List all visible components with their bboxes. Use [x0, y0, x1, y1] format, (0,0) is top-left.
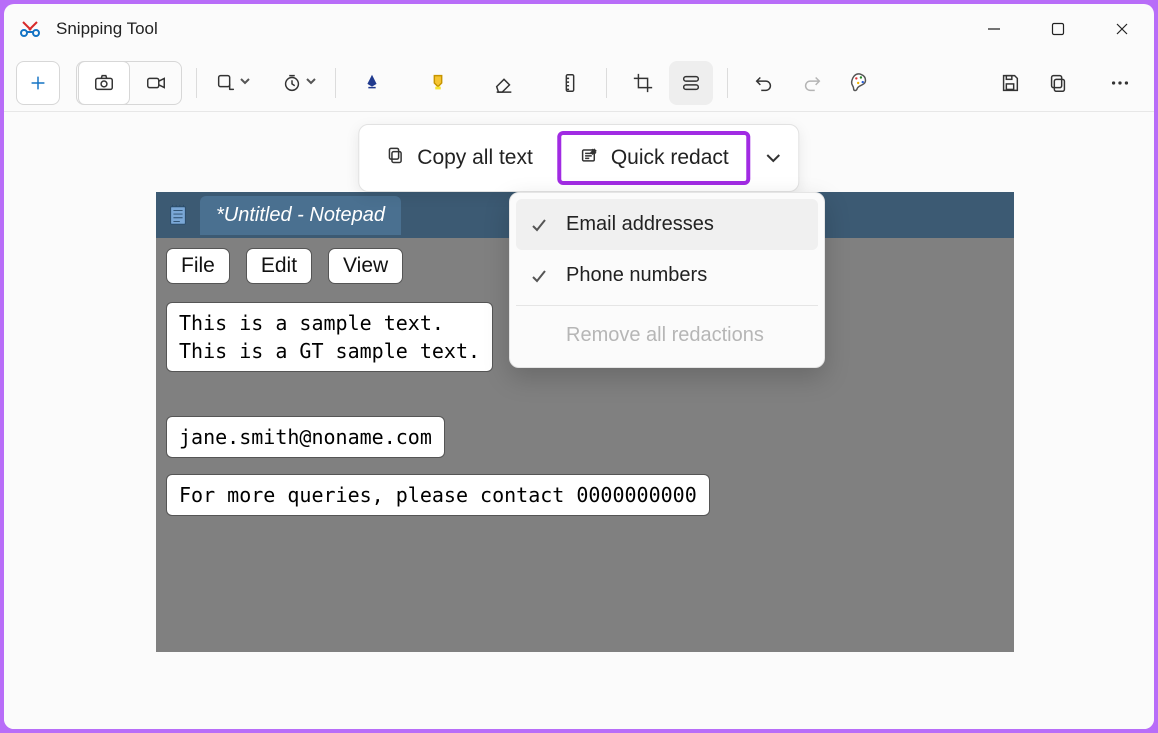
- notepad-text-email: jane.smith@noname.com: [166, 416, 445, 458]
- text-actions-bar: Copy all text Quick redact: [358, 124, 799, 192]
- window-controls: [962, 4, 1154, 54]
- chevron-down-icon: [239, 74, 251, 92]
- redact-phones-label: Phone numbers: [566, 264, 707, 287]
- delay-button[interactable]: [277, 61, 321, 105]
- separator: [335, 68, 336, 98]
- copy-all-text-label: Copy all text: [417, 146, 533, 170]
- capture-mode-group: [76, 61, 182, 105]
- redo-button[interactable]: [790, 61, 834, 105]
- separator: [196, 68, 197, 98]
- photo-mode-button[interactable]: [79, 62, 129, 104]
- remove-all-redactions-label: Remove all redactions: [566, 324, 764, 347]
- check-icon: [530, 267, 548, 285]
- app-title: Snipping Tool: [56, 19, 962, 39]
- save-button[interactable]: [988, 61, 1032, 105]
- undo-button[interactable]: [742, 61, 786, 105]
- redact-emails-label: Email addresses: [566, 213, 714, 236]
- redact-emails-item[interactable]: Email addresses: [516, 199, 818, 250]
- notepad-tab: *Untitled - Notepad: [200, 196, 401, 235]
- spacer: [530, 327, 548, 345]
- edit-in-paint-button[interactable]: [838, 61, 882, 105]
- notepad-text-contact: For more queries, please contact 0000000…: [166, 474, 710, 516]
- copy-button[interactable]: [1036, 61, 1080, 105]
- copy-icon: [385, 145, 405, 171]
- highlighter-tool-button[interactable]: [416, 61, 460, 105]
- ruler-tool-button[interactable]: [548, 61, 592, 105]
- notepad-menu-view: View: [328, 248, 403, 284]
- separator: [606, 68, 607, 98]
- separator: [727, 68, 728, 98]
- redact-icon: [579, 145, 599, 171]
- text-actions-tool-button[interactable]: [669, 61, 713, 105]
- toolbar: [4, 54, 1154, 112]
- minimize-button[interactable]: [962, 4, 1026, 54]
- video-mode-button[interactable]: [131, 62, 181, 104]
- close-button[interactable]: [1090, 4, 1154, 54]
- maximize-button[interactable]: [1026, 4, 1090, 54]
- quick-redact-label: Quick redact: [611, 146, 729, 170]
- new-snip-button[interactable]: [16, 61, 60, 105]
- quick-redact-menu: Email addresses Phone numbers Remove all…: [509, 192, 825, 368]
- notepad-menu-file: File: [166, 248, 230, 284]
- menu-separator: [516, 305, 818, 306]
- notepad-menu-edit: Edit: [246, 248, 312, 284]
- chevron-down-icon: [305, 74, 317, 92]
- snip-shape-button[interactable]: [211, 61, 255, 105]
- snipping-tool-window: Snipping Tool: [4, 4, 1154, 729]
- more-button[interactable]: [1098, 61, 1142, 105]
- copy-all-text-button[interactable]: Copy all text: [367, 135, 551, 181]
- crop-tool-button[interactable]: [621, 61, 665, 105]
- eraser-tool-button[interactable]: [482, 61, 526, 105]
- canvas-area: *Untitled - Notepad File Edit View This …: [4, 112, 1154, 729]
- titlebar: Snipping Tool: [4, 4, 1154, 54]
- snipping-tool-icon: [18, 17, 42, 41]
- redact-phones-item[interactable]: Phone numbers: [516, 250, 818, 301]
- remove-all-redactions-item[interactable]: Remove all redactions: [516, 310, 818, 361]
- notepad-icon: [156, 204, 200, 226]
- quick-redact-button[interactable]: Quick redact: [557, 131, 751, 185]
- quick-redact-dropdown-toggle[interactable]: [757, 137, 791, 179]
- pen-tool-button[interactable]: [350, 61, 394, 105]
- notepad-text-block-1: This is a sample text. This is a GT samp…: [166, 302, 493, 372]
- check-icon: [530, 216, 548, 234]
